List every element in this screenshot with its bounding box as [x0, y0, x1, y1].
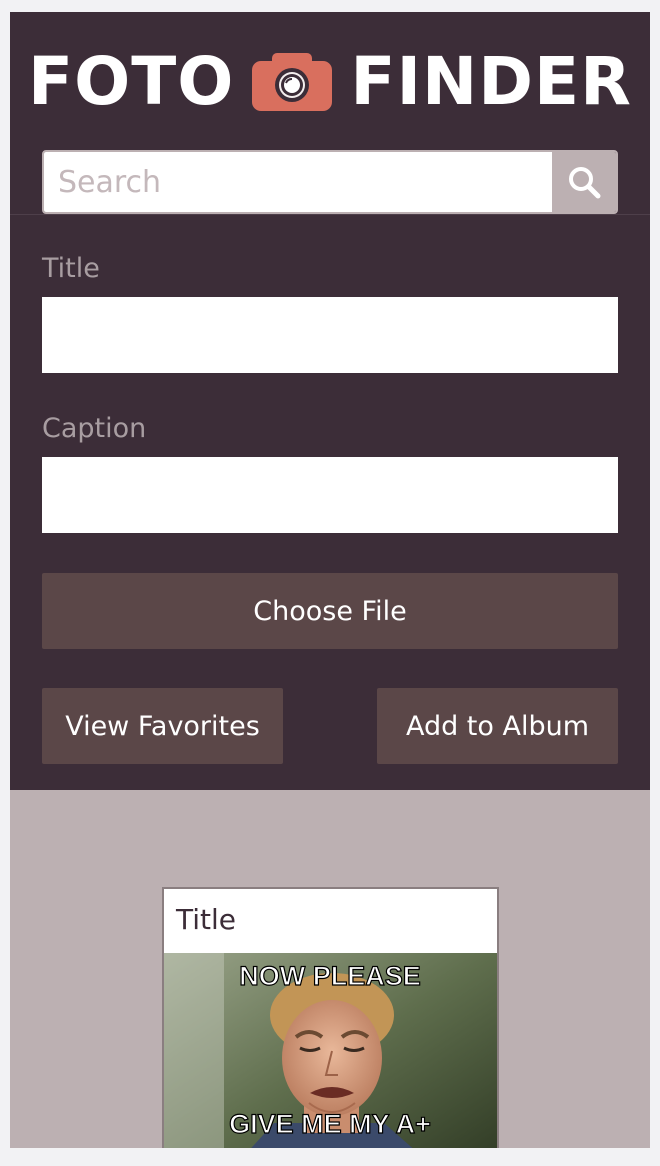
camera-icon — [252, 53, 333, 111]
card-title: Title — [176, 903, 237, 936]
search-icon — [569, 167, 601, 199]
search-button[interactable] — [552, 152, 616, 212]
logo[interactable]: FOTO FINDER — [10, 42, 650, 122]
header: FOTO FINDER — [10, 12, 650, 215]
view-favorites-button[interactable]: View Favorites — [42, 688, 283, 764]
upload-form: Title Caption Choose File View Favorites… — [10, 215, 650, 790]
caption-field[interactable] — [42, 457, 618, 533]
app-frame: FOTO FINDER Title — [10, 12, 650, 1148]
logo-text-finder: FINDER — [350, 43, 632, 120]
choose-file-button[interactable]: Choose File — [42, 573, 618, 649]
search-input[interactable] — [44, 152, 552, 212]
caption-label: Caption — [42, 413, 147, 444]
meme-caption-top: NOW PLEASE — [239, 961, 421, 991]
meme-caption-bottom: GIVE ME MY A+ — [229, 1109, 431, 1139]
search-bar — [42, 150, 618, 214]
add-to-album-button[interactable]: Add to Album — [377, 688, 618, 764]
title-label: Title — [42, 253, 100, 284]
photo-card[interactable]: Title NOW PLEASE GIVE ME MY A+ — [162, 887, 499, 1148]
logo-text-foto: FOTO — [28, 43, 235, 120]
title-field[interactable] — [42, 297, 618, 373]
meme-photo[interactable]: NOW PLEASE GIVE ME MY A+ — [164, 953, 497, 1148]
